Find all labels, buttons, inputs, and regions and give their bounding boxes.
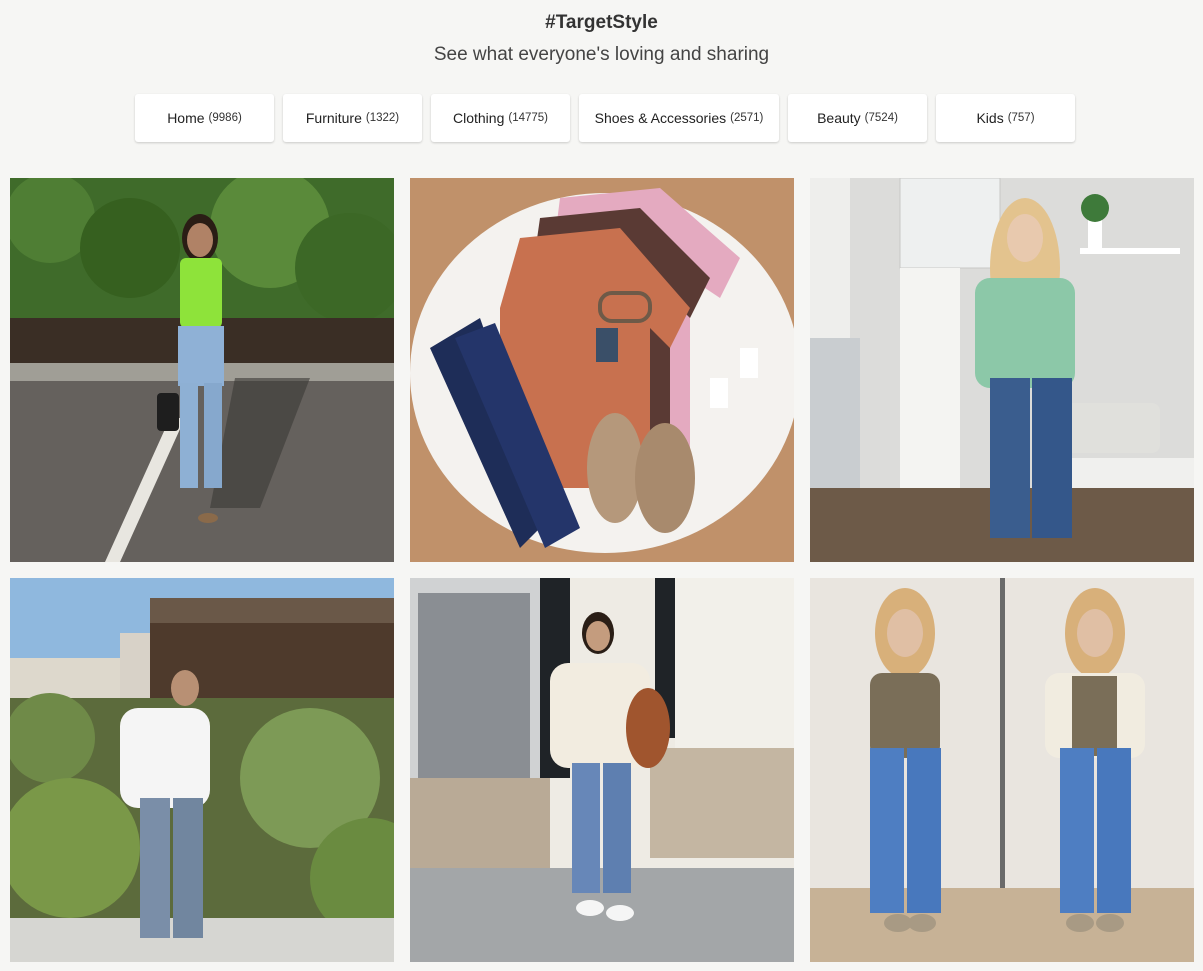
photo-woman-cable-sweater-porch — [410, 578, 794, 962]
category-label: Home — [167, 110, 205, 126]
category-furniture-button[interactable]: Furniture (1322) — [283, 94, 422, 142]
ugc-photo-tile[interactable] — [10, 578, 394, 962]
category-label: Clothing — [452, 110, 505, 126]
category-kids-button[interactable]: Kids (757) — [936, 94, 1075, 142]
category-count: (1322) — [365, 112, 400, 124]
category-label: Beauty — [817, 110, 861, 126]
ugc-photo-tile[interactable] — [410, 178, 794, 562]
ugc-photo-tile[interactable] — [810, 178, 1194, 562]
category-count: (757) — [1007, 112, 1035, 124]
category-beauty-button[interactable]: Beauty (7524) — [788, 94, 927, 142]
category-home-button[interactable]: Home (9986) — [135, 94, 274, 142]
category-count: (7524) — [864, 112, 898, 124]
category-clothing-button[interactable]: Clothing (14775) — [431, 94, 570, 142]
page-title: #TargetStyle — [545, 12, 658, 33]
page-subtitle: See what everyone's loving and sharing — [433, 44, 770, 65]
ugc-photo-tile[interactable] — [10, 178, 394, 562]
category-count: (9986) — [208, 112, 242, 124]
ugc-photo-tile[interactable] — [810, 578, 1194, 962]
photo-woman-mint-blouse-kitchen — [810, 178, 1194, 562]
ugc-photo-tile[interactable] — [410, 578, 794, 962]
category-shoes-accessories-button[interactable]: Shoes & Accessories (2571) — [579, 94, 779, 142]
photo-woman-green-top-parking-lot — [10, 178, 394, 562]
category-label: Shoes & Accessories — [594, 110, 727, 126]
category-label: Furniture — [305, 110, 362, 126]
category-count: (14775) — [508, 112, 548, 124]
photo-woman-olive-tee-mirror-selfie — [810, 578, 1194, 962]
category-label: Kids — [976, 110, 1004, 126]
photo-woman-white-shirt-garden — [10, 578, 394, 962]
category-count: (2571) — [730, 112, 764, 124]
photo-flatlay-mock-neck-tees-jeans-booties — [410, 178, 794, 562]
